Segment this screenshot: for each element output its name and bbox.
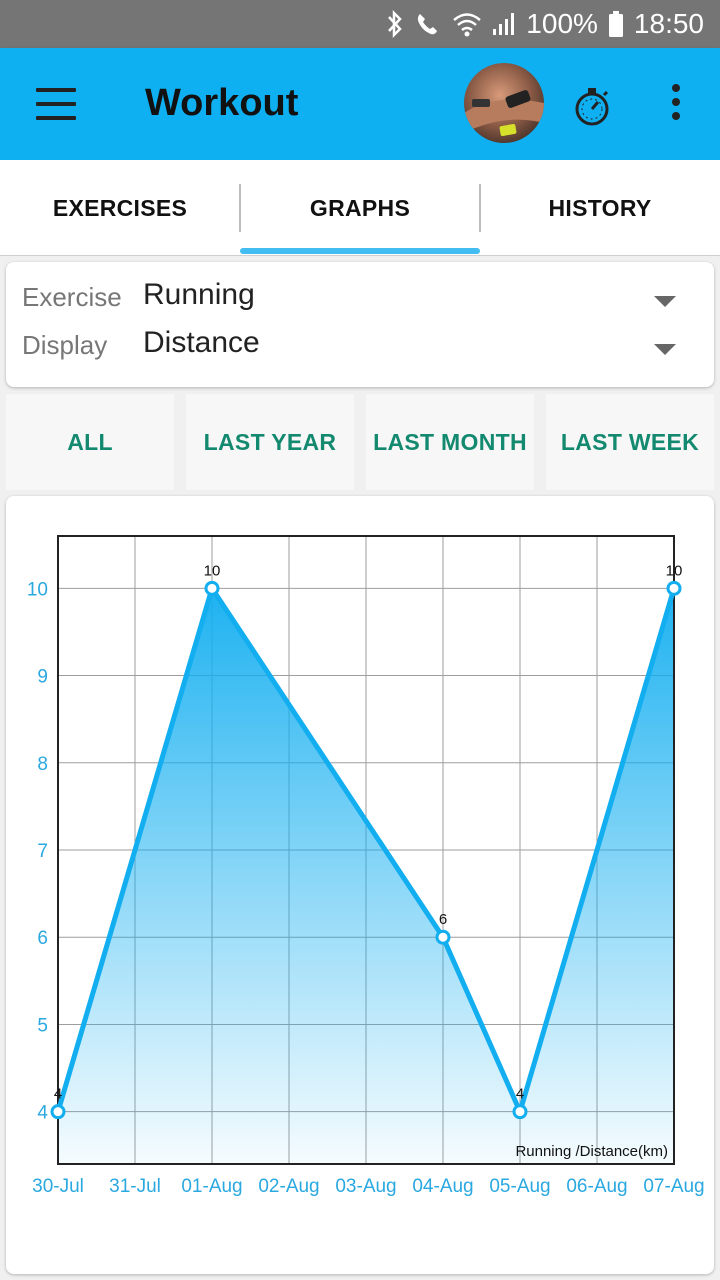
data-label: 10	[666, 562, 683, 579]
data-label: 4	[54, 1086, 62, 1103]
overflow-menu-icon[interactable]	[664, 84, 688, 128]
data-point	[666, 580, 682, 596]
distance-chart: 4 10 6 4 10 4 5 6 7 8 9 10 30-Jul 31-Jul 01-Aug 02-Aug 0…	[27, 535, 705, 1197]
x-tick-label: 03-Aug	[335, 1176, 396, 1197]
data-point	[50, 1104, 66, 1120]
avatar[interactable]	[464, 63, 544, 143]
tab-history[interactable]: HISTORY	[480, 160, 720, 256]
y-tick-label: 4	[37, 1103, 48, 1124]
status-bar: 100% 18:50	[0, 0, 720, 48]
exercise-selector[interactable]: Exercise Running	[6, 274, 714, 322]
data-point	[435, 929, 451, 945]
y-tick-label: 10	[27, 579, 48, 600]
display-label: Display	[22, 330, 108, 360]
selector-card: Exercise Running Display Distance	[6, 262, 714, 387]
tab-exercises[interactable]: EXERCISES	[0, 160, 240, 256]
x-tick-label: 30-Jul	[32, 1176, 84, 1197]
x-tick-label: 02-Aug	[258, 1176, 319, 1197]
stopwatch-icon[interactable]	[570, 84, 614, 128]
display-value: Distance	[143, 326, 260, 359]
data-label: 4	[516, 1086, 524, 1103]
signal-icon	[492, 11, 516, 37]
tab-bar: EXERCISES GRAPHS HISTORY	[0, 160, 720, 256]
x-tick-label: 07-Aug	[643, 1176, 704, 1197]
wifi-icon	[452, 11, 482, 37]
y-tick-label: 5	[37, 1015, 48, 1036]
chart-card: 4 10 6 4 10 4 5 6 7 8 9 10 30-Jul 31-Jul 01-Aug 02-Aug 0…	[6, 496, 714, 1274]
x-tick-label: 31-Jul	[109, 1176, 161, 1197]
range-all-button[interactable]: ALL	[6, 394, 174, 490]
menu-icon[interactable]	[36, 88, 76, 120]
exercise-value: Running	[143, 278, 255, 311]
x-tick-label: 04-Aug	[412, 1176, 473, 1197]
tab-graphs[interactable]: GRAPHS	[240, 160, 480, 256]
range-last-month-button[interactable]: LAST MONTH	[366, 394, 534, 490]
x-tick-label: 01-Aug	[181, 1176, 242, 1197]
display-selector[interactable]: Display Distance	[6, 322, 714, 370]
bluetooth-icon	[386, 10, 404, 38]
exercise-label: Exercise	[22, 282, 122, 312]
battery-icon	[608, 10, 624, 38]
y-tick-label: 8	[37, 754, 48, 775]
app-title: Workout	[145, 82, 299, 124]
data-point	[512, 1104, 528, 1120]
tab-indicator	[240, 248, 480, 254]
legend-label: Running /Distance(km)	[515, 1143, 668, 1160]
dropdown-arrow-icon[interactable]	[654, 344, 676, 355]
y-tick-label: 7	[37, 841, 48, 862]
y-tick-label: 9	[37, 667, 48, 688]
app-bar: Workout	[0, 48, 720, 160]
clock: 18:50	[633, 8, 704, 39]
data-label: 6	[439, 911, 447, 928]
x-tick-label: 06-Aug	[566, 1176, 627, 1197]
x-tick-label: 05-Aug	[489, 1176, 550, 1197]
wifi-calling-icon	[414, 10, 442, 38]
range-last-week-button[interactable]: LAST WEEK	[546, 394, 714, 490]
y-tick-label: 6	[37, 928, 48, 949]
data-label: 10	[204, 562, 221, 579]
range-last-year-button[interactable]: LAST YEAR	[186, 394, 354, 490]
data-point	[204, 580, 220, 596]
battery-percent: 100%	[526, 8, 598, 39]
dropdown-arrow-icon[interactable]	[654, 296, 676, 307]
